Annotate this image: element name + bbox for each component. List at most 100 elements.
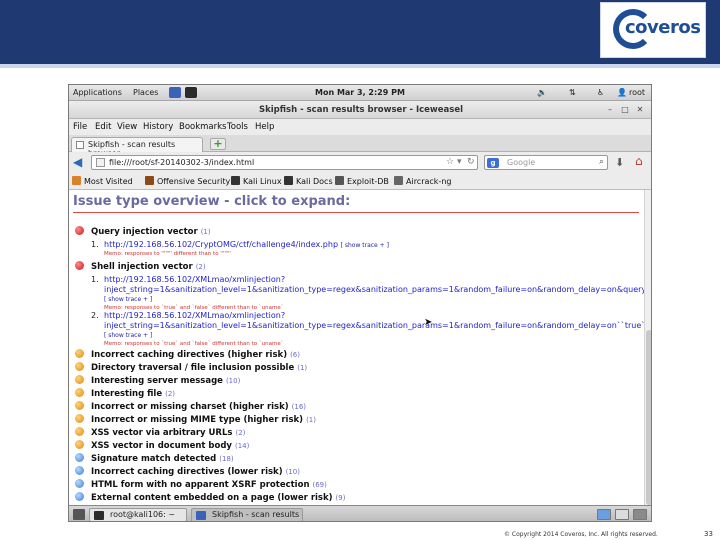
issue-count: (10)	[285, 468, 300, 476]
mouse-cursor-icon: ➤	[424, 317, 433, 328]
issue-interesting-file[interactable]: Interesting file (2)	[75, 388, 175, 399]
taskbar-terminal[interactable]: root@kali106: ~	[89, 508, 187, 521]
workspace-2-icon[interactable]	[615, 509, 629, 520]
search-icon[interactable]: ⌕	[599, 157, 604, 167]
download-icon[interactable]: ⬇	[615, 156, 624, 169]
menu-history[interactable]: History	[143, 122, 173, 132]
issue-count: (2)	[165, 390, 176, 398]
severity-high-icon	[75, 261, 84, 270]
volume-icon[interactable]: 🔉	[537, 88, 547, 97]
issue-count: (16)	[291, 403, 307, 411]
detail-link[interactable]: http://192.168.56.102/CryptOMG/ctf/chall…	[104, 240, 634, 251]
issue-xsrf-form[interactable]: HTML form with no apparent XSRF protecti…	[75, 479, 327, 490]
places-menu[interactable]: Places	[133, 88, 158, 97]
issue-caching-lower[interactable]: Incorrect caching directives (lower risk…	[75, 466, 300, 477]
new-tab-button[interactable]: +	[210, 138, 226, 150]
user-menu[interactable]: root	[629, 88, 645, 97]
menu-file[interactable]: File	[73, 122, 87, 132]
bookmark-kali-docs[interactable]: Kali Docs	[284, 176, 333, 186]
maximize-icon[interactable]: □	[620, 105, 630, 115]
show-trace-link[interactable]: [ show trace + ]	[341, 242, 389, 249]
issue-title: Incorrect caching directives (higher ris…	[91, 350, 288, 360]
issue-server-message[interactable]: Interesting server message (10)	[75, 375, 240, 386]
menu-view[interactable]: View	[117, 122, 137, 132]
menu-edit[interactable]: Edit	[95, 122, 111, 132]
clock[interactable]: Mon Mar 3, 2:29 PM	[315, 88, 405, 97]
severity-medium-icon	[75, 427, 84, 436]
issue-detail: 1. http://192.168.56.102/CryptOMG/ctf/ch…	[91, 240, 631, 260]
taskbar-iceweasel[interactable]: Skipfish - scan results ...	[191, 508, 303, 521]
user-icon[interactable]: 👤	[617, 88, 627, 97]
bookmark-star-icon[interactable]: ☆	[446, 157, 454, 167]
dropdown-arrow-icon[interactable]: ▾	[457, 157, 462, 167]
issue-title: Incorrect or missing charset (higher ris…	[91, 402, 289, 412]
page-heading: Issue type overview - click to expand:	[73, 194, 351, 209]
issue-title: Incorrect caching directives (lower risk…	[91, 467, 283, 477]
show-trace-link[interactable]: [ show trace + ]	[104, 332, 152, 339]
scroll-thumb[interactable]	[646, 330, 651, 505]
reload-icon[interactable]: ↻	[467, 157, 475, 167]
close-icon[interactable]: ✕	[635, 105, 645, 115]
navigation-bar: ◀ file:///root/sf-20140302-3/index.html …	[69, 152, 651, 173]
slide-page-number: 33	[704, 530, 713, 538]
issue-xss-body[interactable]: XSS vector in document body (14)	[75, 440, 249, 451]
show-trace-link[interactable]: [ show trace + ]	[104, 296, 152, 303]
issue-shell-injection[interactable]: Shell injection vector (2)	[75, 261, 206, 272]
detail-url[interactable]: http://192.168.56.102/XMLmao/xmlinjectio…	[104, 311, 651, 330]
google-engine-icon[interactable]: g	[487, 158, 499, 168]
detail-link[interactable]: http://192.168.56.102/XMLmao/xmlinjectio…	[104, 311, 651, 341]
severity-low-icon	[75, 479, 84, 488]
bookmark-most-visited[interactable]: Most Visited	[72, 176, 133, 186]
menu-tools[interactable]: Tools	[227, 122, 248, 132]
issue-mime-higher[interactable]: Incorrect or missing MIME type (higher r…	[75, 414, 316, 425]
detail-link[interactable]: http://192.168.56.102/XMLmao/xmlinjectio…	[104, 275, 651, 305]
issue-title: Query injection vector	[91, 227, 198, 237]
bookmark-aircrack-ng[interactable]: Aircrack-ng	[394, 176, 451, 186]
terminal-launcher-icon[interactable]	[185, 87, 197, 98]
severity-medium-icon	[75, 401, 84, 410]
copyright-footer: © Copyright 2014 Coveros, Inc. All right…	[504, 531, 658, 538]
workspace-1-icon[interactable]	[597, 509, 611, 520]
issue-external-content[interactable]: External content embedded on a page (low…	[75, 492, 345, 503]
accessibility-icon[interactable]: ♿	[597, 88, 604, 97]
issue-caching-higher[interactable]: Incorrect caching directives (higher ris…	[75, 349, 300, 360]
issue-query-injection[interactable]: Query injection vector (1)	[75, 226, 211, 237]
issue-title: XSS vector via arbitrary URLs	[91, 428, 233, 438]
back-arrow-icon[interactable]: ◀	[73, 156, 87, 169]
bookmark-exploit-db[interactable]: Exploit-DB	[335, 176, 389, 186]
menu-bookmarks[interactable]: Bookmarks	[179, 122, 227, 132]
issue-directory-traversal[interactable]: Directory traversal / file inclusion pos…	[75, 362, 307, 373]
issue-title: Interesting server message	[91, 376, 223, 386]
trash-icon[interactable]	[633, 509, 647, 520]
bookmark-offensive-security[interactable]: Offensive Security	[145, 176, 230, 186]
search-placeholder: Google	[507, 158, 536, 167]
home-icon[interactable]: ⌂	[635, 154, 643, 168]
minimize-icon[interactable]: –	[605, 105, 615, 115]
menu-help[interactable]: Help	[255, 122, 274, 132]
search-bar[interactable]: g Google ⌕	[484, 155, 608, 170]
severity-medium-icon	[75, 414, 84, 423]
iceweasel-launcher-icon[interactable]	[169, 87, 181, 98]
network-icon[interactable]: ⇅	[569, 88, 576, 97]
issue-count: (1)	[200, 228, 211, 236]
detail-url[interactable]: http://192.168.56.102/XMLmao/xmlinjectio…	[104, 275, 651, 294]
detail-memo: Memo: responses to '"""' different than …	[104, 251, 231, 257]
issue-count: (2)	[195, 263, 206, 271]
applications-menu[interactable]: Applications	[73, 88, 122, 97]
issue-charset-higher[interactable]: Incorrect or missing charset (higher ris…	[75, 401, 306, 412]
bookmark-label: Offensive Security	[157, 177, 231, 186]
detail-url[interactable]: http://192.168.56.102/CryptOMG/ctf/chall…	[104, 240, 338, 249]
vertical-scrollbar[interactable]	[644, 190, 651, 505]
url-bar[interactable]: file:///root/sf-20140302-3/index.html ☆ …	[91, 155, 478, 170]
heading-divider	[73, 212, 639, 213]
bookmark-kali-linux[interactable]: Kali Linux	[231, 176, 282, 186]
issue-signature-match[interactable]: Signature match detected (18)	[75, 453, 234, 464]
show-desktop-icon[interactable]	[73, 509, 85, 520]
kali-dragon-icon	[231, 176, 240, 185]
issue-xss-urls[interactable]: XSS vector via arbitrary URLs (2)	[75, 427, 245, 438]
severity-medium-icon	[75, 362, 84, 371]
tab-skipfish[interactable]: Skipfish - scan results browser	[71, 137, 203, 158]
iceweasel-icon	[196, 511, 206, 520]
gnome-taskbar: root@kali106: ~ Skipfish - scan results …	[69, 505, 651, 521]
detail-number: 2.	[91, 311, 99, 320]
